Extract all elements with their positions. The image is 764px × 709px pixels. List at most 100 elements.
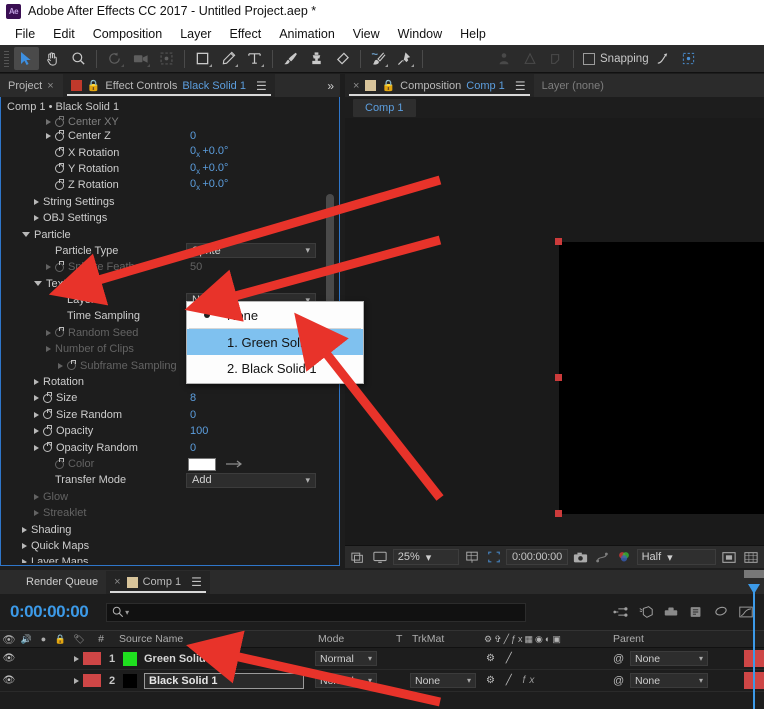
timeline-toolbar[interactable] [611,603,764,621]
composition-menu-icon[interactable]: ☰ [515,79,526,93]
parent-pickwhip-icon[interactable]: @ [613,675,624,687]
playhead[interactable] [753,590,755,709]
take-snapshot-icon[interactable] [571,548,590,566]
lock-icon[interactable]: 🔒 [87,79,101,92]
layer-label-color[interactable] [83,652,101,665]
snapping-arrow-icon[interactable] [650,47,675,70]
track-camera-tool-icon[interactable] [128,47,153,70]
layer-source-name[interactable]: Black Solid 1 [144,673,304,689]
timeline-timecode[interactable]: 0:00:00:00 [0,602,88,622]
roto-brush-tool-icon[interactable] [366,47,391,70]
composition-tab-close-icon[interactable]: × [353,80,359,92]
selection-handle-mid-left[interactable] [555,374,562,381]
timeline-menu-icon[interactable]: ☰ [191,575,202,589]
channel-selector-icon[interactable] [615,548,634,566]
effect-controls-tab[interactable]: 🔒 Effect Controls Black Solid 1 ☰ [63,74,275,97]
mask-feather-icon[interactable] [543,47,568,70]
snapping-target-icon[interactable] [676,47,701,70]
menu-effect[interactable]: Effect [220,25,270,43]
layer-twirl-icon[interactable] [69,653,83,665]
composition-tabbar[interactable]: × 🔒 Composition Comp 1 ☰ Layer (none) [345,74,764,97]
toggle-switches-modes-icon[interactable] [611,603,631,621]
viewer-timecode[interactable]: 0:00:00:00 [506,549,568,565]
eraser-tool-icon[interactable] [330,47,355,70]
layer-label-color[interactable] [83,674,101,687]
lock-icon[interactable]: 🔒 [381,79,395,92]
search-dropdown-icon[interactable]: ▾ [125,608,129,617]
composition-viewer[interactable] [345,118,764,545]
selection-handle-bottom-left[interactable] [555,510,562,517]
comp1-timeline-tab[interactable]: × Comp 1 ☰ [106,571,210,594]
dropdown-item-green-solid-1[interactable]: 1. Green Solid 1 [187,329,363,355]
render-queue-tab[interactable]: Render Queue [0,571,106,594]
3d-renderer-icon[interactable] [636,603,656,621]
search-input[interactable] [133,606,520,618]
timeline-graph-area[interactable] [744,570,764,709]
main-viewer-icon[interactable] [371,548,390,566]
orbit-camera-tool-icon[interactable] [102,47,127,70]
playhead-marker[interactable] [748,584,760,594]
black-solid-layer[interactable] [559,242,764,514]
choose-grid-guides-icon[interactable] [462,548,481,566]
brush-tool-icon[interactable] [278,47,303,70]
snapping-control[interactable]: Snapping [583,53,649,65]
clone-stamp-tool-icon[interactable] [304,47,329,70]
add-vertex-icon[interactable] [517,47,542,70]
composition-tab[interactable]: × 🔒 Composition Comp 1 ☰ [345,74,534,97]
menu-composition[interactable]: Composition [84,25,171,43]
dropdown-item-none[interactable]: None [187,302,363,328]
zoom-level-dropdown[interactable]: 25% ▾ [393,549,460,565]
timeline-layer-row[interactable]: 👁2Black Solid 1Normal▾None▾⚙ ╱ fx@None▾ [0,670,764,692]
show-snapshot-icon[interactable] [593,548,612,566]
menu-help[interactable]: Help [451,25,495,43]
panel-overflow-icon[interactable]: » [327,79,340,93]
layer-parent-dropdown[interactable]: None▾ [630,673,708,688]
layer-source-name[interactable]: Green Solid 1 [144,653,215,665]
layer-tab[interactable]: Layer (none) [534,74,612,97]
toggle-transparency-grid-icon[interactable] [719,548,738,566]
region-of-interest-icon[interactable] [484,548,503,566]
parent-pickwhip-icon[interactable]: @ [613,653,624,665]
snapping-checkbox[interactable] [583,53,595,65]
composition-breadcrumb-tab[interactable]: Comp 1 [353,99,416,117]
selection-tool-icon[interactable] [14,47,39,70]
effect-controls-tabbar[interactable]: Project × 🔒 Effect Controls Black Solid … [0,74,340,97]
layer-parent-dropdown[interactable]: None▾ [630,651,708,666]
layer-switches[interactable]: ⚙ ╱ [486,653,516,664]
menu-animation[interactable]: Animation [270,25,344,43]
timeline-search-field[interactable]: ▾ [106,603,526,622]
resolution-dropdown[interactable]: Half ▾ [637,549,717,565]
motion-blur-icon[interactable] [661,603,681,621]
layer-source-dropdown-menu[interactable]: None 1. Green Solid 1 2. Black Solid 1 [186,301,364,384]
timeline-layer-rows[interactable]: 👁1Green Solid 1Normal▾⚙ ╱@None▾👁2Black S… [0,648,764,692]
layer-visibility-icon[interactable]: 👁 [0,653,18,664]
menu-window[interactable]: Window [389,25,451,43]
puppet-pin-tool-icon[interactable] [392,47,417,70]
timeline-layer-row[interactable]: 👁1Green Solid 1Normal▾⚙ ╱@None▾ [0,648,764,670]
layer-switches[interactable]: ⚙ ╱ fx [486,675,538,686]
layer-mode-dropdown[interactable]: Normal▾ [315,651,377,666]
menu-view[interactable]: View [344,25,389,43]
rectangle-tool-icon[interactable] [190,47,215,70]
text-tool-icon[interactable] [242,47,267,70]
menu-bar[interactable]: File Edit Composition Layer Effect Anima… [0,22,764,45]
layer-twirl-icon[interactable] [69,675,83,687]
pan-behind-tool-icon[interactable] [154,47,179,70]
layer-trkmat-dropdown[interactable]: None▾ [410,673,476,688]
composition-viewer-toolbar[interactable]: 25% ▾ 0:00:00:00 Half ▾ [345,545,764,568]
project-tab[interactable]: Project × [0,74,63,97]
auto-keyframe-icon[interactable] [686,603,706,621]
layer-stack-icon[interactable] [711,603,731,621]
tool-bar[interactable]: Snapping [0,45,764,73]
pen-tool-icon[interactable] [216,47,241,70]
selection-handle-top-left[interactable] [555,238,562,245]
menu-layer[interactable]: Layer [171,25,220,43]
project-tab-close-icon[interactable]: × [47,80,53,92]
toggle-3d-view-icon[interactable] [741,548,760,566]
effect-controls-menu-icon[interactable]: ☰ [256,79,267,93]
comp1-tab-close-icon[interactable]: × [114,576,120,588]
always-preview-icon[interactable] [349,548,368,566]
hand-tool-icon[interactable] [40,47,65,70]
timeline-ruler[interactable] [744,570,764,578]
dropdown-item-black-solid-1[interactable]: 2. Black Solid 1 [187,355,363,381]
